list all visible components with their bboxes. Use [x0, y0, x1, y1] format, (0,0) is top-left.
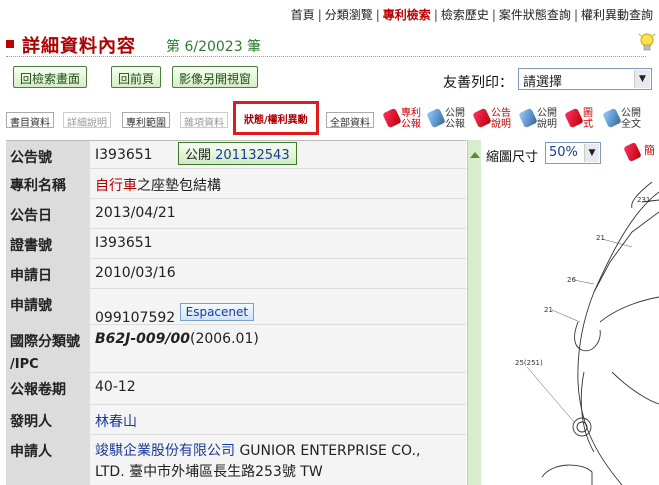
nav-separator: |	[317, 8, 322, 22]
blue-book-icon	[602, 107, 622, 129]
table-row: 申請日 2010/03/16	[6, 259, 466, 289]
publication-no-button[interactable]: 公開 201132543	[178, 142, 297, 165]
applicant-english-line1: GUNIOR ENTERPRISE CO.,	[235, 443, 421, 459]
drawing-panel: 縮圖尺寸 50% ▼ 簡 231 21 26 21 25(251)	[482, 140, 659, 485]
field-label: 發明人	[6, 405, 90, 434]
field-value: I393651	[90, 229, 466, 258]
field-label: 公報卷期	[6, 373, 90, 404]
nav-separator: |	[433, 8, 438, 22]
table-row: 發明人 林春山	[6, 405, 466, 435]
publication-button-number: 201132543	[215, 148, 290, 163]
scroll-up-arrow-icon[interactable]	[470, 152, 480, 158]
field-label: 證書號	[6, 229, 90, 258]
nav-case-status[interactable]: 案件狀態查詢	[499, 8, 571, 22]
field-value: 自行車之座墊包結構	[90, 169, 466, 198]
field-value: 林春山	[90, 405, 466, 434]
page-header: 詳細資料內容 第 6/20023 筆	[6, 32, 646, 57]
zoom-label: 縮圖尺寸	[486, 150, 539, 165]
field-value: B62J-009/00(2006.01)	[90, 325, 466, 372]
tab-all-data[interactable]: 全部資料	[326, 112, 374, 129]
field-value: 099107592 Espacenet	[90, 289, 466, 326]
chevron-down-icon: ▼	[584, 144, 599, 162]
title-bullet-icon	[6, 40, 14, 48]
table-row: 國際分類號 /IPC B62J-009/00(2006.01)	[6, 325, 466, 373]
tab-claims[interactable]: 專利範圍	[122, 112, 170, 129]
tab-description[interactable]: 詳細說明	[63, 112, 111, 129]
lightbulb-icon[interactable]	[638, 32, 656, 54]
field-label: 專利名稱	[6, 169, 90, 198]
applicant-link[interactable]: 竣騏企業股份有限公司	[95, 443, 235, 459]
ipc-code: B62J-009/00	[95, 331, 190, 347]
blue-book-icon	[426, 107, 446, 129]
page-title: 詳細資料內容	[22, 36, 136, 57]
field-label: 公告日	[6, 199, 90, 228]
table-row: 申請號 099107592 Espacenet	[6, 289, 466, 326]
title-highlight: 自行車	[95, 178, 137, 194]
ipc-label-line1: 國際分類號	[10, 334, 80, 350]
nav-home[interactable]: 首頁	[291, 8, 315, 22]
patent-drawing-image[interactable]: 231 21 26 21 25(251)	[482, 172, 659, 485]
drawing-ref-number: 25(251)	[515, 359, 543, 367]
red-book-icon	[564, 107, 584, 129]
zoom-select-value: 50%	[549, 145, 578, 160]
espacenet-button[interactable]: Espacenet	[179, 303, 255, 321]
back-to-search-button[interactable]: 回檢索畫面	[13, 66, 88, 88]
field-label: 申請日	[6, 259, 90, 288]
title-divider	[6, 56, 646, 57]
table-row: 證書號 I393651	[6, 229, 466, 259]
red-book-icon	[623, 142, 642, 162]
field-value: 40-12	[90, 373, 466, 404]
table-row: 公告日 2013/04/21	[6, 199, 466, 229]
applicant-english-line2: LTD. 臺中市外埔區長生路253號 TW	[95, 464, 323, 480]
open-image-window-button[interactable]: 影像另開視窗	[172, 66, 259, 88]
print-label: 友善列印：	[443, 75, 513, 91]
zoom-select[interactable]: 50% ▼	[545, 142, 601, 164]
app-no-value: 099107592	[95, 310, 176, 326]
nav-search-history[interactable]: 檢索歷史	[441, 8, 489, 22]
nav-separator: |	[573, 8, 578, 22]
blue-book-icon	[518, 107, 538, 129]
drawing-ref-number: 21	[544, 306, 553, 314]
field-label: 國際分類號 /IPC	[6, 325, 90, 372]
nav-rights-change[interactable]: 權利異動查詢	[581, 8, 653, 22]
red-book-icon	[382, 107, 402, 129]
tab-bibliographic[interactable]: 書目資料	[6, 112, 54, 129]
bibliographic-table: 公告號 I393651 公開 201132543 專利名稱 自行車之座墊包結構 …	[6, 140, 466, 485]
drawing-ref-number: 21	[596, 234, 605, 242]
table-row: 公報卷期 40-12	[6, 373, 466, 405]
field-label: 公告號	[6, 141, 90, 168]
tab-status-rights[interactable]: 狀態/權利異動	[233, 101, 319, 135]
table-row: 公告號 I393651 公開 201132543	[6, 141, 466, 169]
table-row: 專利名稱 自行車之座墊包結構	[6, 169, 466, 199]
title-rest: 之座墊包結構	[137, 178, 221, 194]
field-label: 申請號	[6, 289, 90, 324]
chevron-down-icon: ▼	[634, 70, 650, 88]
nav-patent-search[interactable]: 專利檢索	[383, 8, 431, 22]
pub-no-value: I393651	[95, 147, 153, 163]
field-value: 2013/04/21	[90, 199, 466, 228]
nav-separator: |	[375, 8, 380, 22]
publication-button-prefix: 公開	[185, 148, 212, 163]
print-select[interactable]: 請選擇 ▼	[518, 68, 652, 90]
print-select-value: 請選擇	[523, 75, 563, 90]
field-label: 申請人	[6, 435, 90, 485]
field-value: 2010/03/16	[90, 259, 466, 288]
table-scrollbar[interactable]	[467, 140, 481, 485]
red-book-icon	[472, 107, 492, 129]
inventor-link[interactable]: 林春山	[95, 414, 137, 430]
top-nav: 首頁 | 分類瀏覽 | 專利檢索 | 檢索歷史 | 案件狀態查詢 | 權利異動查詢	[291, 6, 653, 23]
table-row: 申請人 竣騏企業股份有限公司 GUNIOR ENTERPRISE CO., LT…	[6, 435, 466, 485]
nav-category-browse[interactable]: 分類瀏覽	[325, 8, 373, 22]
nav-separator: |	[491, 8, 496, 22]
field-value: I393651 公開 201132543	[90, 141, 466, 168]
tab-misc[interactable]: 雜項資料	[180, 112, 228, 129]
ipc-year: (2006.01)	[190, 331, 259, 347]
record-count: 第 6/20023 筆	[166, 39, 262, 55]
field-value: 竣騏企業股份有限公司 GUNIOR ENTERPRISE CO., LTD. 臺…	[90, 435, 466, 485]
previous-page-button[interactable]: 回前頁	[111, 66, 162, 88]
drawing-ref-number: 231	[637, 196, 650, 204]
ipc-label-line2: /IPC	[10, 357, 39, 372]
